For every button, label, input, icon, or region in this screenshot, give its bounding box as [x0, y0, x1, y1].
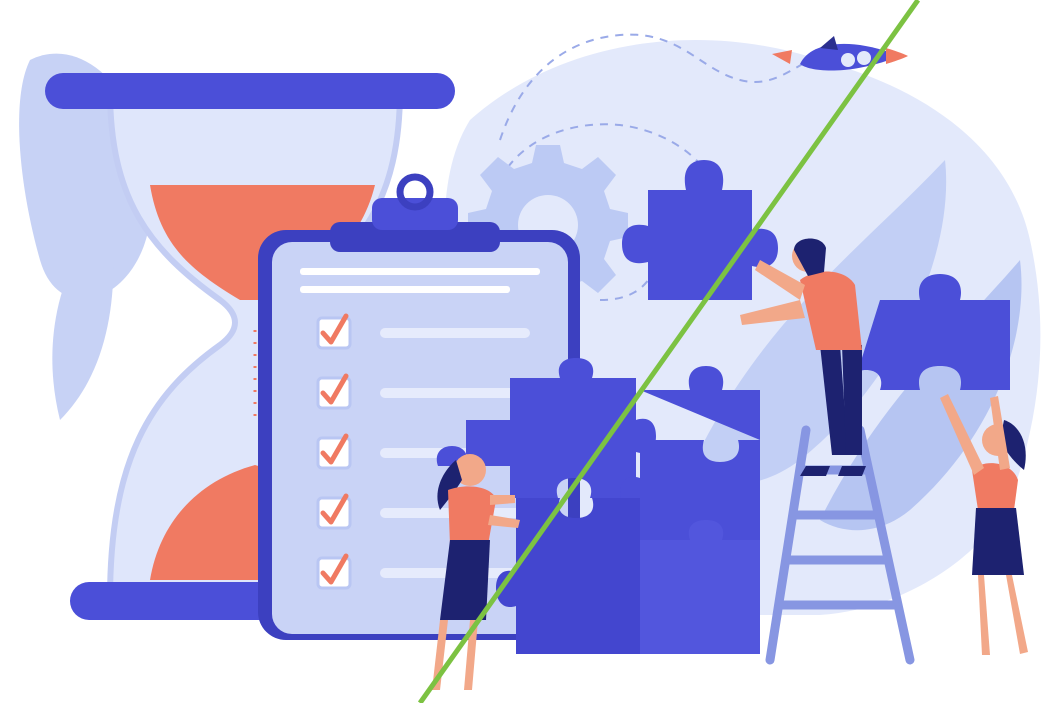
teamwork-illustration [0, 0, 1050, 703]
